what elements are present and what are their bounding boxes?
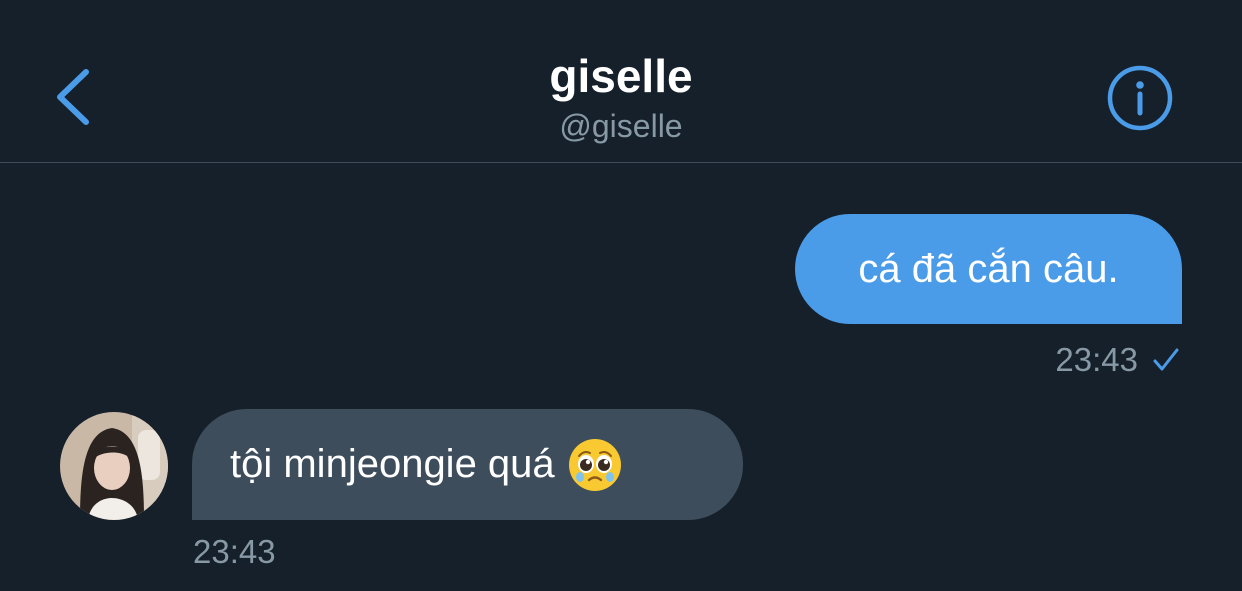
outgoing-message-text: cá đã cắn câu.: [858, 246, 1119, 291]
conversation-header: giselle @giselle: [0, 0, 1242, 163]
checkmark-icon: [1153, 348, 1179, 371]
outgoing-message-time: 23:43: [1055, 341, 1138, 378]
avatar[interactable]: [60, 412, 168, 520]
outgoing-message-bubble[interactable]: cá đã cắn câu.: [795, 214, 1182, 324]
incoming-message-time: 23:43: [193, 533, 276, 570]
pleading-face-icon: [568, 438, 621, 491]
incoming-message-meta: 23:43: [193, 533, 276, 571]
conversation-title: giselle: [549, 50, 693, 102]
incoming-message-text: tội minjeongie quá: [230, 442, 555, 486]
info-circle-icon: [1107, 65, 1173, 131]
avatar-photo: [60, 412, 168, 520]
incoming-message-bubble[interactable]: tội minjeongie quá: [192, 409, 743, 520]
header-title-block[interactable]: giselle @giselle: [0, 50, 1242, 146]
info-button[interactable]: [1106, 64, 1174, 132]
conversation-handle: @giselle: [559, 108, 683, 144]
dm-conversation-screen: giselle @giselle cá đã cắn câu. 23:43 tộ…: [0, 0, 1242, 591]
outgoing-message-meta: 23:43: [1055, 338, 1180, 382]
